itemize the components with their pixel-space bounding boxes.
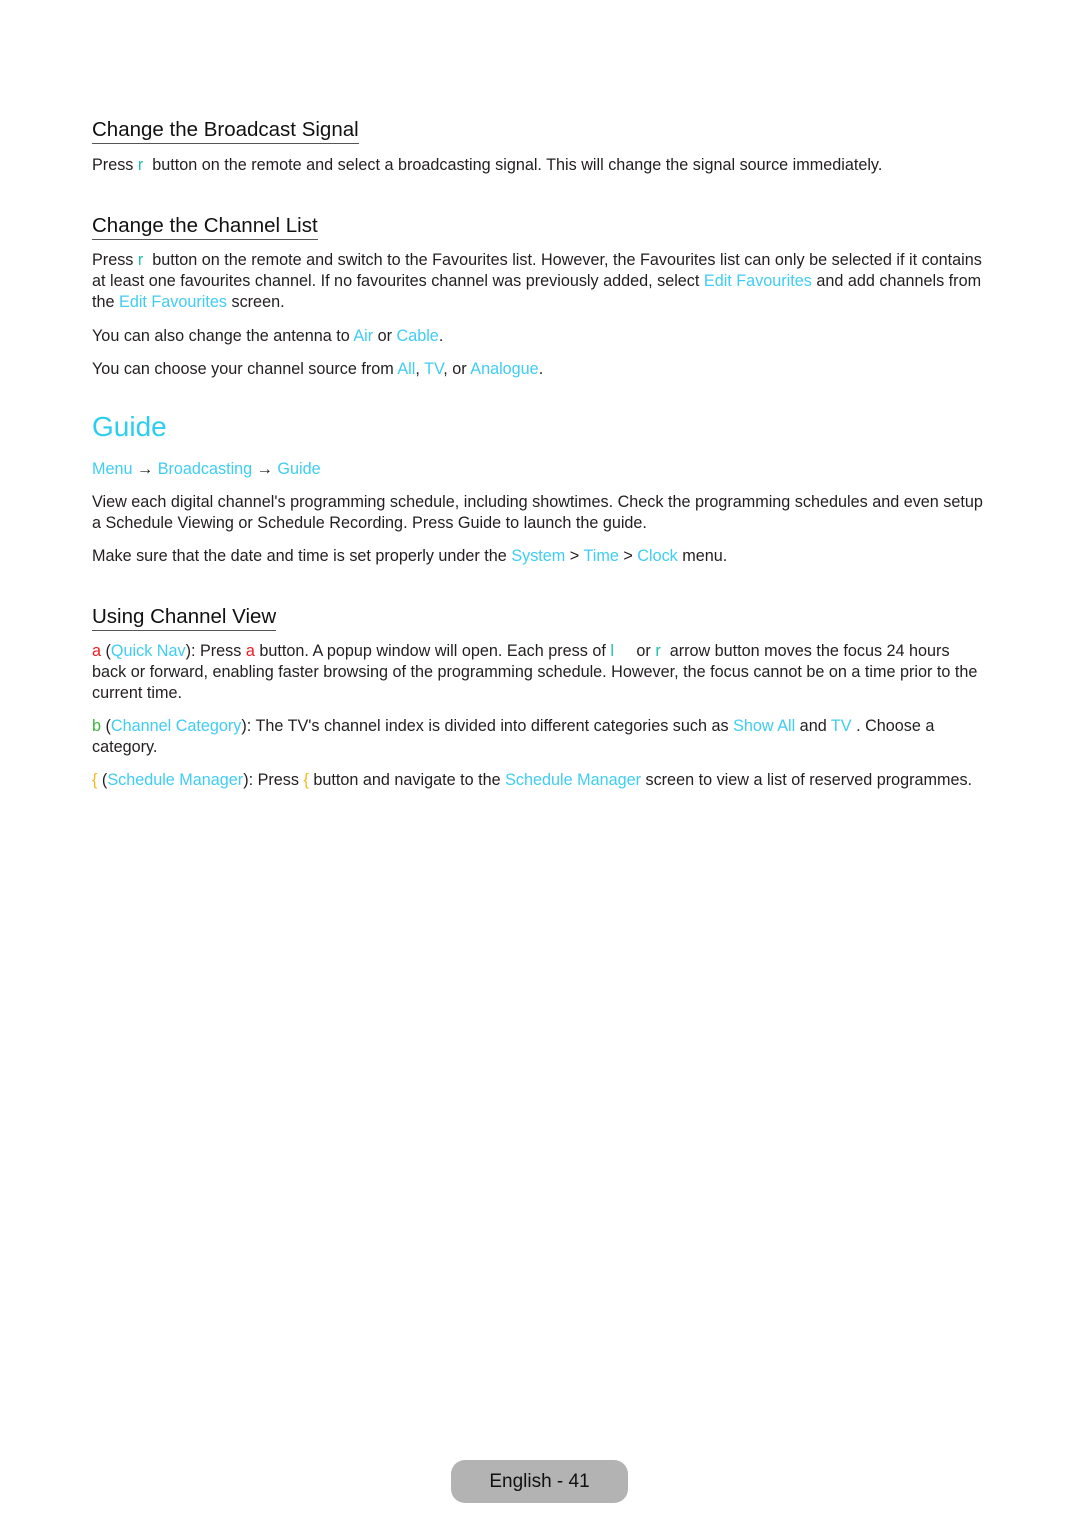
remote-key-a-icon: a [92,642,102,660]
link-cable[interactable]: Cable [397,327,439,345]
paragraph-antenna: You can also change the antenna to Air o… [92,326,987,347]
text: screen to view a list of reserved progra… [640,771,973,789]
text: ( [101,642,111,660]
text: screen. [226,293,285,311]
text: You can also change the antenna to [92,327,354,345]
paragraph-channel-source: You can choose your channel source from … [92,359,987,380]
text: > [565,547,584,565]
text: button. A popup window will open. Each p… [254,642,611,660]
link-analogue[interactable]: Analogue [470,360,538,378]
text: Make sure that the date and time is set … [92,547,512,565]
remote-key-a-icon: a [245,642,255,660]
text: . [438,327,444,345]
link-all[interactable]: All [397,360,415,378]
arrow-right-icon: → [132,460,158,478]
heading-change-broadcast-signal: Change the Broadcast Signal [92,118,359,144]
paragraph-guide-description: View each digital channel's programming … [92,493,983,532]
menu-path-breadcrumb: Menu → Broadcasting → Guide [92,459,987,480]
link-edit-favourites[interactable]: Edit Favourites [704,272,812,290]
paragraph-broadcast-signal: Press r button on the remote and select … [92,155,987,176]
text: and [795,717,831,735]
section-title-guide: Guide [92,411,167,442]
breadcrumb-broadcasting[interactable]: Broadcasting [158,460,253,478]
text: > [618,547,638,565]
link-edit-favourites[interactable]: Edit Favourites [119,293,227,311]
text: Press [92,156,138,174]
page-number-badge: English - 41 [451,1460,628,1503]
text: ): The TV's channel index is divided int… [241,717,734,735]
text: ( [97,771,108,789]
text: or [373,327,397,345]
link-time[interactable]: Time [583,547,618,565]
text: You can choose your channel source from [92,360,398,378]
heading-using-channel-view: Using Channel View [92,605,277,631]
link-quick-nav[interactable]: Quick Nav [111,642,186,660]
item-schedule-manager: { (Schedule Manager): Press { button and… [92,770,987,791]
arrow-right-icon: → [252,460,278,478]
item-channel-category: b (Channel Category): The TV's channel i… [92,716,987,758]
link-channel-category[interactable]: Channel Category [111,717,241,735]
breadcrumb-menu[interactable]: Menu [92,460,133,478]
paragraph-channel-list: Press r button on the remote and switch … [92,250,987,313]
text: . [538,360,544,378]
breadcrumb-guide[interactable]: Guide [277,460,320,478]
link-system[interactable]: System [511,547,565,565]
text: ( [101,717,111,735]
text: ): Press [243,771,304,789]
page-number-label: English - 41 [489,1470,590,1492]
link-clock[interactable]: Clock [637,547,677,565]
remote-key-b-icon: b [92,717,102,735]
text: or [613,642,656,660]
link-show-all[interactable]: Show All [733,717,795,735]
text: Press [92,251,138,269]
link-schedule-manager[interactable]: Schedule Manager [505,771,641,789]
text: button and navigate to the [308,771,506,789]
text: , or [443,360,471,378]
text: menu. [677,547,728,565]
heading-change-channel-list: Change the Channel List [92,214,318,240]
link-tv-category[interactable]: TV [831,717,852,735]
link-tv[interactable]: TV [424,360,443,378]
text: button on the remote and select a broadc… [143,156,883,174]
item-quick-nav: a (Quick Nav): Press a button. A popup w… [92,641,987,704]
link-air[interactable]: Air [353,327,373,345]
paragraph-date-time: Make sure that the date and time is set … [92,546,987,567]
text: ): Press [185,642,246,660]
text: , [415,360,425,378]
link-schedule-manager[interactable]: Schedule Manager [107,771,243,789]
